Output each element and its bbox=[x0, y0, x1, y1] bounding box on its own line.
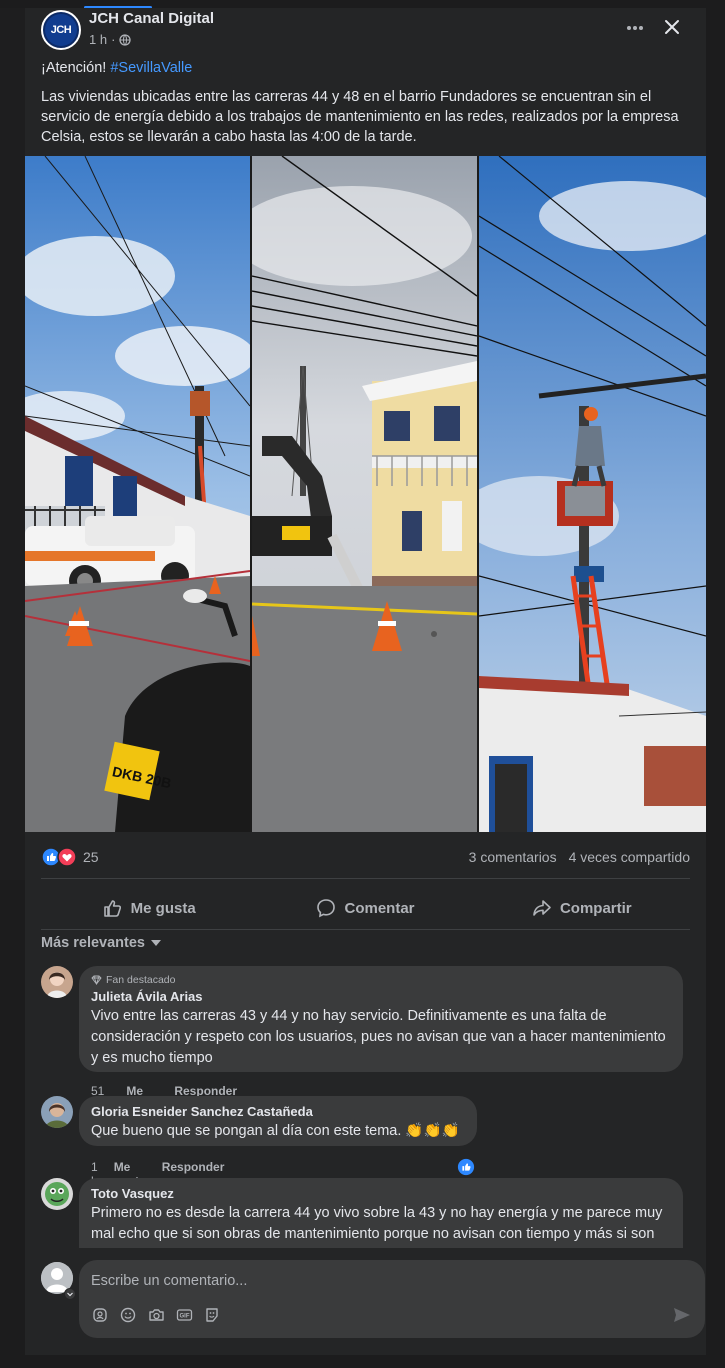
chevron-down-icon[interactable] bbox=[64, 1288, 76, 1300]
hashtag-link[interactable]: #SevillaValle bbox=[110, 60, 192, 76]
sort-label: Más relevantes bbox=[41, 935, 145, 951]
close-button[interactable] bbox=[657, 12, 687, 42]
post-dialog: JCH JCH Canal Digital 1 h · ¡Atención! #… bbox=[25, 8, 706, 1355]
fan-badge: Fan destacado bbox=[91, 974, 671, 986]
comment-input-box: GIF bbox=[79, 1260, 705, 1338]
backdrop bbox=[0, 8, 26, 880]
commenter-avatar[interactable] bbox=[41, 1178, 73, 1210]
reaction-summary[interactable]: 25 bbox=[41, 847, 99, 867]
engagement-row: 25 3 comentarios 4 veces compartido bbox=[41, 846, 690, 868]
comment-text: Vivo entre las carreras 43 y 44 y no hay… bbox=[91, 1008, 666, 1066]
post-body: ¡Atención! #SevillaValle Las viviendas u… bbox=[41, 58, 681, 156]
shares-count-link[interactable]: 4 veces compartido bbox=[569, 849, 690, 865]
avatar-sticker-icon bbox=[93, 1308, 107, 1322]
close-icon bbox=[665, 20, 679, 34]
photo-grid: DKB 20B bbox=[25, 156, 706, 832]
like-button[interactable]: Me gusta bbox=[41, 890, 257, 926]
photo-2[interactable] bbox=[252, 156, 477, 832]
sticker-icon bbox=[206, 1308, 218, 1322]
post-actions: Me gusta Comentar Compartir bbox=[41, 890, 690, 926]
comment-composer: GIF bbox=[25, 1248, 706, 1355]
comment-button[interactable]: Comentar bbox=[257, 890, 473, 926]
post-stats: 3 comentarios 4 veces compartido bbox=[469, 849, 690, 865]
share-arrow-icon bbox=[533, 900, 551, 916]
fan-badge-label: Fan destacado bbox=[106, 974, 176, 986]
comment-author[interactable]: Julieta Ávila Arias bbox=[91, 989, 671, 1004]
sticker-button[interactable] bbox=[203, 1306, 221, 1324]
commenter-avatar[interactable] bbox=[41, 966, 73, 998]
love-reaction-icon bbox=[57, 847, 77, 867]
comment-bubble: Toto Vasquez Primero no es desde la carr… bbox=[79, 1178, 683, 1248]
page-avatar[interactable]: JCH bbox=[41, 10, 81, 50]
comment-item: Toto Vasquez Primero no es desde la carr… bbox=[41, 1178, 701, 1248]
comment-text: Primero no es desde la carrera 44 yo viv… bbox=[91, 1205, 663, 1248]
photo-3[interactable] bbox=[479, 156, 706, 832]
like-label: Me gusta bbox=[130, 899, 196, 917]
photo-1[interactable]: DKB 20B bbox=[25, 156, 250, 832]
post-time[interactable]: 1 h bbox=[89, 32, 107, 47]
comment-input[interactable] bbox=[91, 1270, 651, 1292]
globe-icon[interactable] bbox=[119, 33, 132, 46]
more-options-button[interactable] bbox=[621, 14, 649, 42]
comment-bubble: Gloria Esneider Sanchez Castañeda Que bu… bbox=[79, 1096, 477, 1146]
comment-bubble: Fan destacado Julieta Ávila Arias Vivo e… bbox=[79, 966, 683, 1072]
share-label: Compartir bbox=[559, 899, 632, 917]
gif-button[interactable]: GIF bbox=[175, 1306, 193, 1324]
gif-icon: GIF bbox=[176, 1309, 192, 1321]
camera-icon bbox=[148, 1309, 164, 1321]
post-meta: 1 h · bbox=[89, 32, 132, 47]
headline-prefix: ¡Atención! bbox=[41, 60, 107, 76]
send-icon[interactable] bbox=[671, 1304, 693, 1326]
post-headline: ¡Atención! #SevillaValle bbox=[41, 58, 681, 78]
emoji-button[interactable] bbox=[119, 1306, 137, 1324]
page-logo: JCH bbox=[45, 14, 77, 46]
comment-label: Comentar bbox=[344, 899, 415, 917]
more-horizontal-icon bbox=[627, 26, 643, 30]
post-header: JCH JCH Canal Digital 1 h · bbox=[25, 8, 706, 58]
page-name[interactable]: JCH Canal Digital bbox=[89, 10, 214, 27]
emoji-icon bbox=[120, 1307, 136, 1323]
like-reaction-icon[interactable] bbox=[457, 1158, 475, 1176]
thumbs-up-icon bbox=[103, 900, 121, 917]
comment-bubble-icon bbox=[317, 899, 336, 918]
caret-down-icon bbox=[150, 940, 161, 946]
camera-button[interactable] bbox=[147, 1306, 165, 1324]
share-button[interactable]: Compartir bbox=[474, 890, 690, 926]
diamond-badge-icon bbox=[91, 975, 102, 985]
comments-count-link[interactable]: 3 comentarios bbox=[469, 849, 557, 865]
comment-sort-dropdown[interactable]: Más relevantes bbox=[41, 935, 161, 951]
comment-text: Que bueno que se pongan al día con este … bbox=[91, 1123, 460, 1139]
divider bbox=[41, 929, 690, 930]
commenter-avatar[interactable] bbox=[41, 1096, 73, 1128]
meta-separator: · bbox=[111, 32, 116, 47]
svg-text:GIF: GIF bbox=[179, 1314, 189, 1320]
divider bbox=[41, 878, 690, 879]
reaction-count: 25 bbox=[83, 849, 99, 865]
post-body-text: Las viviendas ubicadas entre las carrera… bbox=[41, 89, 679, 145]
comment-author[interactable]: Gloria Esneider Sanchez Castañeda bbox=[91, 1104, 465, 1119]
composer-tools: GIF bbox=[91, 1306, 221, 1324]
avatar-sticker-button[interactable] bbox=[91, 1306, 109, 1324]
comment-author[interactable]: Toto Vasquez bbox=[91, 1186, 671, 1201]
